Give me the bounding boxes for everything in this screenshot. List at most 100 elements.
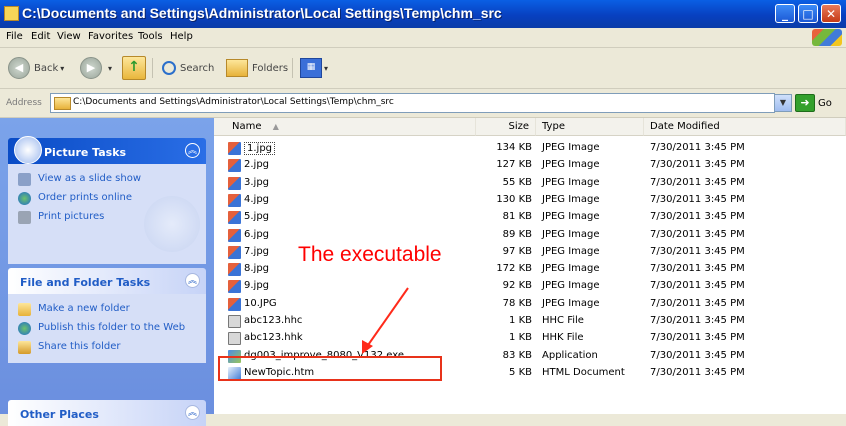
hh-file-icon — [228, 332, 241, 346]
menu-file[interactable]: File — [6, 31, 23, 42]
collapse-chevron-icon[interactable]: ︽ — [185, 273, 200, 288]
menu-edit[interactable]: Edit — [31, 31, 50, 42]
file-folder-tasks-panel: File and Folder Tasks ︽ Make a new folde… — [8, 268, 206, 363]
address-input[interactable]: C:\Documents and Settings\Administrator\… — [50, 93, 775, 113]
views-button[interactable]: ▦ ▾ — [300, 56, 328, 80]
go-label: Go — [818, 97, 832, 109]
column-header-size[interactable]: Size — [476, 118, 536, 136]
file-date: 7/30/2011 3:45 PM — [650, 297, 745, 309]
address-dropdown-button[interactable]: ▼ — [774, 94, 792, 112]
file-name: abc123.hhc — [244, 315, 303, 326]
search-button[interactable]: Search — [162, 56, 214, 80]
task-make-new-folder[interactable]: Make a new folder — [8, 300, 206, 319]
file-row[interactable]: 9.jpg 92 KB JPEG Image 7/30/2011 3:45 PM — [214, 278, 846, 295]
file-row[interactable]: 10.JPG 78 KB JPEG Image 7/30/2011 3:45 PM — [214, 296, 846, 313]
file-date: 7/30/2011 3:45 PM — [650, 366, 745, 378]
collapse-chevron-icon[interactable]: ︽ — [185, 143, 200, 158]
column-header-name[interactable]: Name ▲ — [214, 118, 476, 136]
file-name: 6.jpg — [244, 228, 270, 240]
maximize-button[interactable]: □ — [798, 4, 818, 23]
file-date: 7/30/2011 3:45 PM — [650, 263, 745, 275]
file-row[interactable]: abc123.hhc 1 KB HHC File 7/30/2011 3:45 PM — [214, 313, 846, 330]
toolbar-separator — [152, 58, 153, 78]
file-size: 5 KB — [509, 366, 532, 378]
file-date: 7/30/2011 3:45 PM — [650, 349, 745, 361]
file-row[interactable]: 6.jpg 89 KB JPEG Image 7/30/2011 3:45 PM — [214, 227, 846, 244]
file-size: 127 KB — [496, 159, 532, 171]
task-publish-folder[interactable]: Publish this folder to the Web — [8, 319, 206, 338]
task-share-folder[interactable]: Share this folder — [8, 338, 206, 357]
go-arrow-icon: ➜ — [795, 94, 815, 112]
other-places-panel: Other Places ︽ — [8, 400, 206, 426]
task-pane: Picture Tasks ︽ View as a slide show Ord… — [0, 118, 214, 426]
file-row[interactable]: 1.jpg 134 KB JPEG Image 7/30/2011 3:45 PM — [214, 140, 846, 157]
task-label: Make a new folder — [38, 303, 130, 314]
file-name: 7.jpg — [244, 245, 270, 257]
jpg-file-icon — [228, 263, 241, 277]
folder-icon — [54, 97, 71, 110]
column-header-type[interactable]: Type — [536, 118, 644, 136]
file-row[interactable]: 5.jpg 81 KB JPEG Image 7/30/2011 3:45 PM — [214, 209, 846, 226]
jpg-file-icon — [228, 159, 241, 173]
menu-help[interactable]: Help — [170, 31, 193, 42]
new-folder-icon — [18, 303, 31, 316]
file-size: 92 KB — [502, 280, 532, 292]
picture-tasks-body: View as a slide show Order prints online… — [8, 164, 206, 264]
folders-button[interactable]: Folders — [226, 56, 288, 80]
task-view-slideshow[interactable]: View as a slide show — [8, 170, 206, 189]
task-label: Print pictures — [38, 211, 105, 222]
column-type-label: Type — [542, 121, 565, 132]
jpg-file-icon — [228, 245, 241, 259]
file-type: JPEG Image — [542, 297, 600, 309]
menu-favorites[interactable]: Favorites — [88, 31, 133, 42]
file-name: 10.JPG — [244, 297, 277, 309]
close-button[interactable]: ✕ — [821, 4, 841, 23]
picture-tasks-header[interactable]: Picture Tasks ︽ — [8, 136, 206, 164]
file-date: 7/30/2011 3:45 PM — [650, 176, 745, 188]
file-row[interactable]: 2.jpg 127 KB JPEG Image 7/30/2011 3:45 PM — [214, 157, 846, 174]
back-button[interactable]: ◀ Back ▾ — [8, 56, 64, 80]
file-row[interactable]: 4.jpg 130 KB JPEG Image 7/30/2011 3:45 PM — [214, 192, 846, 209]
folders-label: Folders — [252, 62, 289, 74]
folder-window-icon — [4, 6, 19, 21]
address-label: Address — [6, 98, 42, 108]
jpg-file-icon — [228, 297, 241, 311]
menu-bar: File Edit View Favorites Tools Help — [0, 28, 846, 48]
file-type: HTML Document — [542, 366, 625, 378]
search-icon — [162, 61, 176, 75]
picture-tasks-panel: Picture Tasks ︽ View as a slide show Ord… — [8, 136, 206, 264]
globe-icon — [18, 192, 31, 205]
toolbar: ◀ Back ▾ ▶ ▾ ↑ Search Folders ▦ ▾ — [0, 48, 846, 89]
file-date: 7/30/2011 3:45 PM — [650, 228, 745, 240]
file-type: HHC File — [542, 315, 584, 326]
forward-button[interactable]: ▶ ▾ — [80, 56, 112, 80]
up-folder-button[interactable]: ↑ — [122, 56, 146, 80]
file-type: HHK File — [542, 332, 584, 344]
up-folder-icon: ↑ — [122, 56, 146, 80]
forward-dropdown-icon: ▾ — [108, 63, 113, 73]
menu-tools[interactable]: Tools — [138, 31, 163, 42]
menu-view[interactable]: View — [57, 31, 81, 42]
file-folder-tasks-header[interactable]: File and Folder Tasks ︽ — [8, 268, 206, 294]
minimize-button[interactable]: _ — [775, 4, 795, 23]
go-button[interactable]: ➜ Go — [795, 94, 832, 112]
collapse-chevron-icon[interactable]: ︽ — [185, 405, 200, 420]
file-size: 1 KB — [509, 315, 532, 326]
window-title: C:\Documents and Settings\Administrator\… — [22, 5, 502, 21]
picture-tasks-icon — [14, 136, 42, 164]
file-name: 9.jpg — [244, 280, 270, 292]
file-row[interactable]: abc123.hhk 1 KB HHK File 7/30/2011 3:45 PM — [214, 330, 846, 347]
other-places-header[interactable]: Other Places ︽ — [8, 400, 206, 426]
annotation-highlight-box — [218, 356, 442, 381]
file-date: 7/30/2011 3:45 PM — [650, 245, 745, 257]
search-label: Search — [180, 62, 215, 74]
jpg-file-icon — [228, 142, 241, 155]
file-row[interactable]: 3.jpg 55 KB JPEG Image 7/30/2011 3:45 PM — [214, 175, 846, 192]
file-folder-tasks-title: File and Folder Tasks — [20, 276, 151, 289]
file-size: 1 KB — [509, 332, 532, 344]
back-arrow-icon: ◀ — [8, 57, 30, 79]
column-header-date[interactable]: Date Modified — [644, 118, 846, 136]
task-label: View as a slide show — [38, 173, 142, 184]
slideshow-icon — [18, 173, 31, 186]
file-type: JPEG Image — [542, 176, 600, 188]
